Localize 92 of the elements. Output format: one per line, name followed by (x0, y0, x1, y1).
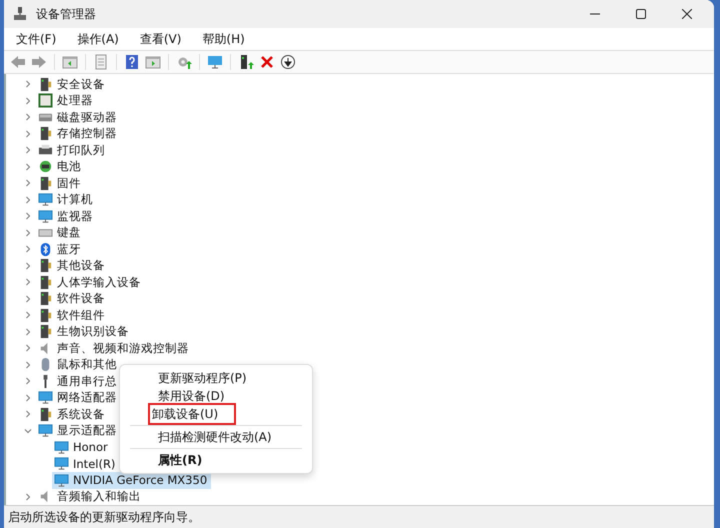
device-icon (38, 274, 53, 290)
close-icon[interactable] (682, 9, 692, 19)
tree-item[interactable]: 蓝牙 (36, 241, 85, 258)
chevron-icon[interactable] (24, 113, 32, 122)
monitor-icon[interactable] (207, 54, 223, 70)
chevron-icon[interactable] (24, 410, 32, 418)
chevron-icon[interactable] (24, 360, 32, 369)
chevron-icon[interactable] (24, 262, 32, 270)
menu-item[interactable]: 更新驱动程序(P) (124, 369, 308, 387)
device-icon (38, 406, 53, 422)
panel-icon[interactable] (62, 54, 78, 70)
tree-item[interactable]: 电池 (36, 158, 85, 175)
tree-item[interactable]: 网络适配器 (36, 390, 121, 406)
menu-item[interactable]: 操作(A) (73, 28, 126, 50)
tree-item[interactable]: 系统设备 (36, 406, 109, 422)
device-add-icon[interactable] (238, 54, 254, 70)
tree-item[interactable]: 生物识别设备 (36, 324, 133, 340)
monitor-icon (54, 456, 69, 472)
menu-item[interactable]: 文件(F) (12, 28, 64, 50)
tree-item[interactable]: 监视器 (36, 208, 97, 224)
device-manager-icon (12, 6, 28, 22)
chevron-icon[interactable] (24, 426, 32, 435)
document-icon[interactable] (93, 54, 109, 70)
chevron-icon[interactable] (24, 492, 32, 501)
tree-item[interactable]: 处理器 (36, 92, 97, 109)
monitor-icon (54, 472, 69, 488)
tree-item[interactable]: 其他设备 (36, 258, 109, 274)
tree-item[interactable]: 鼠标和其他 (36, 356, 121, 373)
device-icon (38, 76, 53, 92)
window-title: 设备管理器 (36, 6, 96, 22)
tree-item[interactable]: Intel(R) (52, 456, 120, 472)
device-icon (38, 291, 53, 306)
monitor-icon (38, 390, 53, 406)
monitor-icon (54, 440, 69, 455)
chevron-icon[interactable] (24, 294, 32, 303)
tree-item[interactable]: 键盘 (36, 224, 85, 241)
bluetooth-icon (38, 242, 53, 257)
chevron-icon[interactable] (24, 212, 32, 220)
help-icon[interactable] (124, 54, 140, 70)
chevron-icon[interactable] (24, 196, 32, 204)
tree-item[interactable]: 通用串行总 (36, 373, 121, 390)
tree-item[interactable]: 显示适配器 (36, 422, 121, 439)
battery-icon (38, 159, 53, 174)
tree-item[interactable]: 打印队列 (36, 142, 109, 158)
chevron-icon[interactable] (24, 228, 32, 237)
chevron-icon[interactable] (24, 245, 32, 254)
menu-item[interactable]: 禁用设备(D) (124, 387, 308, 405)
download-icon[interactable] (280, 54, 296, 70)
menu-item[interactable]: 卸载设备(U) (150, 405, 234, 423)
chevron-icon[interactable] (24, 80, 32, 88)
chevron-icon[interactable] (24, 179, 32, 188)
menu-item[interactable]: 查看(V) (136, 28, 188, 50)
chevron-icon[interactable] (24, 394, 32, 402)
menu-item[interactable]: 扫描检测硬件改动(A) (124, 428, 308, 446)
chevron-icon[interactable] (24, 130, 32, 138)
chevron-icon[interactable] (24, 96, 32, 105)
device-icon (38, 308, 53, 323)
monitor-icon (38, 192, 53, 208)
back-arrow-icon[interactable] (10, 54, 26, 70)
chevron-icon[interactable] (24, 162, 32, 171)
status-text: 启动所选设备的更新驱动程序向导。 (8, 508, 200, 526)
chevron-icon[interactable] (24, 278, 32, 286)
chevron-icon[interactable] (24, 344, 32, 352)
tree-item[interactable]: Honor (52, 439, 112, 456)
tree-item[interactable]: 音频输入和输出 (36, 488, 145, 505)
panel-icon[interactable] (145, 54, 161, 70)
delete-icon[interactable] (259, 54, 275, 70)
chevron-icon[interactable] (24, 377, 32, 386)
device-icon (38, 258, 53, 274)
tree-item[interactable]: 人体学输入设备 (36, 274, 145, 290)
device-icon (38, 126, 53, 142)
tree-item[interactable]: 磁盘驱动器 (36, 109, 121, 126)
chevron-icon[interactable] (24, 328, 32, 336)
device-icon (38, 324, 53, 340)
tree-item[interactable]: 声音、视频和游戏控制器 (36, 340, 193, 356)
monitor-icon (38, 423, 53, 438)
tree-item[interactable]: 软件组件 (36, 307, 109, 324)
tree-item[interactable]: 软件设备 (36, 290, 109, 307)
maximize-icon[interactable] (636, 9, 646, 19)
monitor-icon (38, 208, 53, 224)
tree-item[interactable]: 安全设备 (36, 76, 109, 92)
menu-item[interactable]: 属性(R) (124, 451, 308, 469)
menu-item[interactable]: 帮助(H) (198, 28, 252, 50)
device-icon (38, 176, 53, 191)
forward-arrow-icon[interactable] (31, 54, 47, 70)
chip-icon (38, 93, 53, 108)
tree-item[interactable]: 计算机 (36, 192, 97, 208)
chevron-icon[interactable] (24, 311, 32, 320)
chevron-icon[interactable] (24, 146, 32, 154)
tree-item[interactable]: 存储控制器 (36, 126, 121, 142)
tree-item[interactable]: 固件 (36, 175, 85, 192)
tree-item[interactable]: NVIDIA GeForce MX350 (52, 472, 212, 488)
